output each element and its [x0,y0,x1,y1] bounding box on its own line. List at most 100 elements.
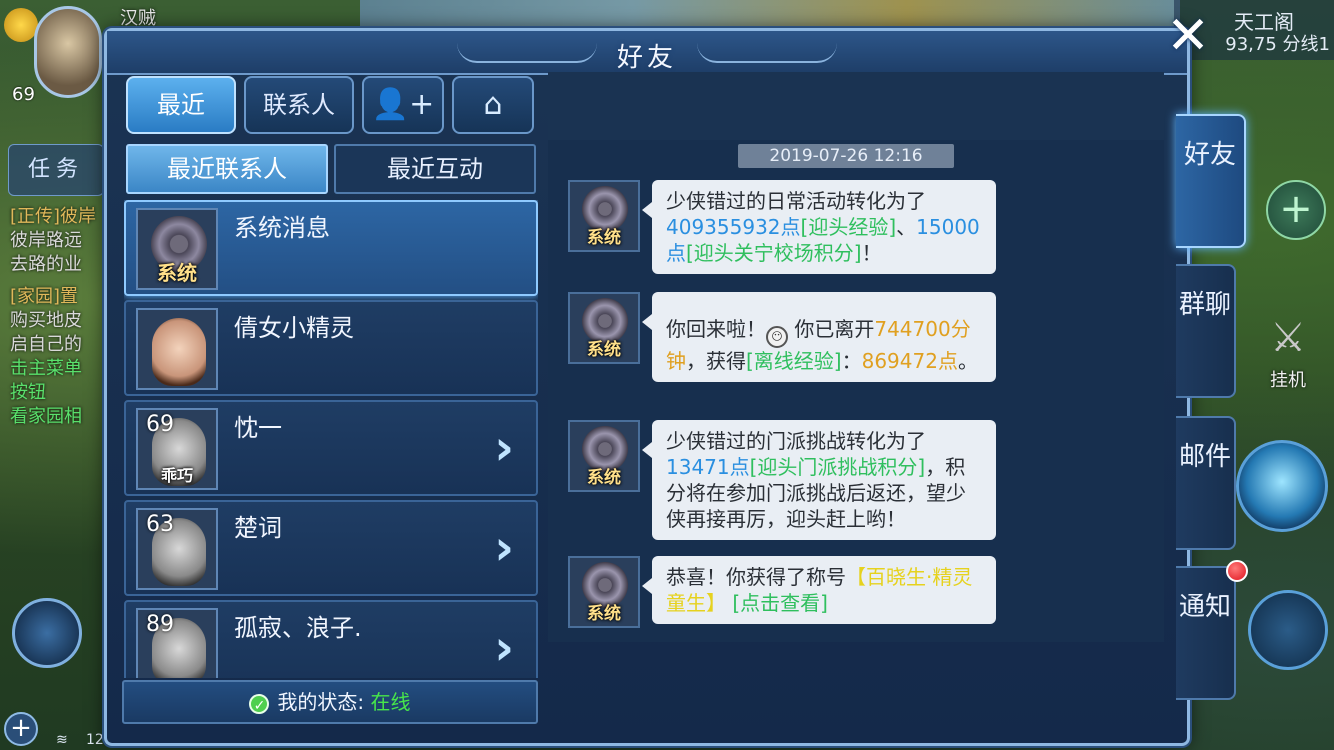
contact-name: 忱一 [234,414,282,442]
message-segment: 恭喜！你获得了称号 [666,565,846,589]
panel-title: 好友 [616,43,677,73]
message-segment: 869472点 [861,349,958,373]
quest-hint: 击主菜单 [10,358,82,379]
chat-timestamp: 2019-07-26 12:16 [738,144,954,168]
avatar-tag: 系统 [587,340,621,360]
chevron-right-icon[interactable]: › [494,622,514,674]
left-column: 最近 联系人 👤+ ⌂ 最近联系人 最近互动 系统 系统消息 倩女小精灵 69 … [120,72,540,726]
side-tab-group-chat[interactable]: 群聊 [1176,264,1236,398]
message-segment: 你回来啦！ [666,317,766,341]
quest-title: [正传]彼岸 [10,206,97,227]
avatar: 69 乖巧 [136,408,218,490]
message-segment: ： [841,349,862,373]
player-level: 69 [12,84,35,105]
contact-list[interactable]: 系统 系统消息 倩女小精灵 69 乖巧 忱一 › 63 楚词 › 89 孤寂、浪… [124,200,538,678]
tab-recent[interactable]: 最近 [126,76,236,134]
wifi-icon: ≋ [56,732,68,748]
add-friend-icon: 👤+ [371,87,435,122]
avatar-tag: 系统 [587,468,621,488]
quest-tracker[interactable]: [正传]彼岸 彼岸路远 去路的业 [家园]置 购买地皮 启自己的 击主菜单 按钮… [10,205,110,429]
contact-row[interactable]: 倩女小精灵 [124,300,538,396]
contact-level: 89 [146,612,174,637]
message-bubble[interactable]: 恭喜！你获得了称号【百晓生·精灵童生】 [点击查看] [642,556,996,624]
message-segment: ！ [861,241,882,265]
side-tab-notifications[interactable]: 通知 [1176,566,1236,700]
system-avatar: 系统 [568,556,640,628]
portrait [152,318,206,386]
notification-badge [1226,560,1248,582]
message-segment: [迎头门派挑战积分] [749,455,926,479]
avatar-tag: 乖巧 [160,466,193,485]
skill-orb[interactable] [1236,440,1328,532]
message-segment: 。 [957,349,978,373]
system-avatar: 系统 [568,292,640,364]
quest-hint: 按钮 [10,382,46,403]
contact-name: 孤寂、浪子. [234,614,362,642]
check-icon: ✓ [249,693,270,714]
chat-area[interactable]: 2019-07-26 12:16 系统 少侠错过的日常活动转化为了4093559… [548,140,1164,642]
auto-battle-label: 挂机 [1270,370,1306,391]
chevron-right-icon[interactable]: › [494,422,514,474]
add-icon[interactable]: + [1266,180,1326,240]
chevron-right-icon[interactable]: › [494,522,514,574]
subtab-recent-interactions[interactable]: 最近互动 [334,144,536,194]
panel-header: 好友 [107,31,1187,75]
quest-hint: 看家园相 [10,406,82,427]
tab-add-friend[interactable]: 👤+ [362,76,444,134]
system-avatar: 系统 [568,420,640,492]
message-segment: 少侠错过的门派挑战转化为了 [666,429,926,453]
contact-level: 63 [146,512,174,537]
home-icon: ⌂ [483,87,503,122]
face-emoji-icon: 😶 [766,326,788,348]
map-coordinates: 93,75 分线1 [1225,34,1330,55]
quest-line: 启自己的 [10,334,82,355]
message-segment: 少侠错过的日常活动转化为了 [666,189,926,213]
quest-title: [家园]置 [10,286,79,307]
contact-name: 楚词 [234,514,282,542]
quest-line: 彼岸路远 [10,230,82,251]
tab-contacts[interactable]: 联系人 [244,76,354,134]
message-segment: [迎头经验] [800,215,897,239]
avatar-tag: 系统 [587,604,621,624]
message-segment: 409355932点 [666,215,801,239]
avatar: 63 [136,508,218,590]
fish-skill-button[interactable] [12,598,82,668]
contact-row[interactable]: 63 楚词 › [124,500,538,596]
contact-row[interactable]: 69 乖巧 忱一 › [124,400,538,496]
contact-row[interactable]: 89 孤寂、浪子. › [124,600,538,678]
subtab-recent-contacts[interactable]: 最近联系人 [126,144,328,194]
message-segment: [离线经验] [746,349,842,373]
pet-icon[interactable] [4,8,38,42]
close-icon[interactable]: ✕ [1162,10,1214,64]
message-segment: ，获得 [686,349,746,373]
task-tab[interactable]: 任务 [8,144,104,196]
quest-line: 去路的业 [10,254,82,275]
chat-header-area [548,72,1164,140]
system-avatar: 系统 [568,180,640,252]
crossed-swords-icon: ⚔ [1270,315,1306,361]
message-bubble: 少侠错过的日常活动转化为了409355932点[迎头经验]、15000点[迎头关… [642,180,996,274]
status-value: 在线 [370,690,411,714]
message-bubble: 少侠错过的门派挑战转化为了13471点[迎头门派挑战积分]，积分将在参加门派挑战… [642,420,996,540]
side-tab-mail[interactable]: 邮件 [1176,416,1236,550]
contact-row[interactable]: 系统 系统消息 [124,200,538,296]
auto-battle-button[interactable]: ⚔ 挂机 [1254,310,1322,400]
left-hud: 69 任务 [正传]彼岸 彼岸路远 去路的业 [家园]置 购买地皮 启自己的 击… [0,0,168,750]
avatar-tag: 系统 [157,261,197,285]
side-tab-friends[interactable]: 好友 [1176,114,1246,248]
message-segment: [迎头关宁校场积分] [686,241,862,265]
status-label: 我的状态: [277,690,371,714]
skill-orb-secondary[interactable] [1248,590,1328,670]
message-segment: 、 [896,215,917,239]
tab-home[interactable]: ⌂ [452,76,534,134]
avatar: 89 [136,608,218,678]
message-segment: 13471点 [666,455,750,479]
quest-line: 购买地皮 [10,310,82,331]
message-segment[interactable]: [点击查看] [732,591,828,615]
expand-plus-icon[interactable]: + [4,712,38,746]
avatar: 系统 [136,208,218,290]
my-status-bar[interactable]: ✓ 我的状态: 在线 [122,680,538,724]
contact-name: 系统消息 [234,214,330,242]
contact-name: 倩女小精灵 [234,314,354,342]
player-avatar[interactable] [34,6,102,98]
